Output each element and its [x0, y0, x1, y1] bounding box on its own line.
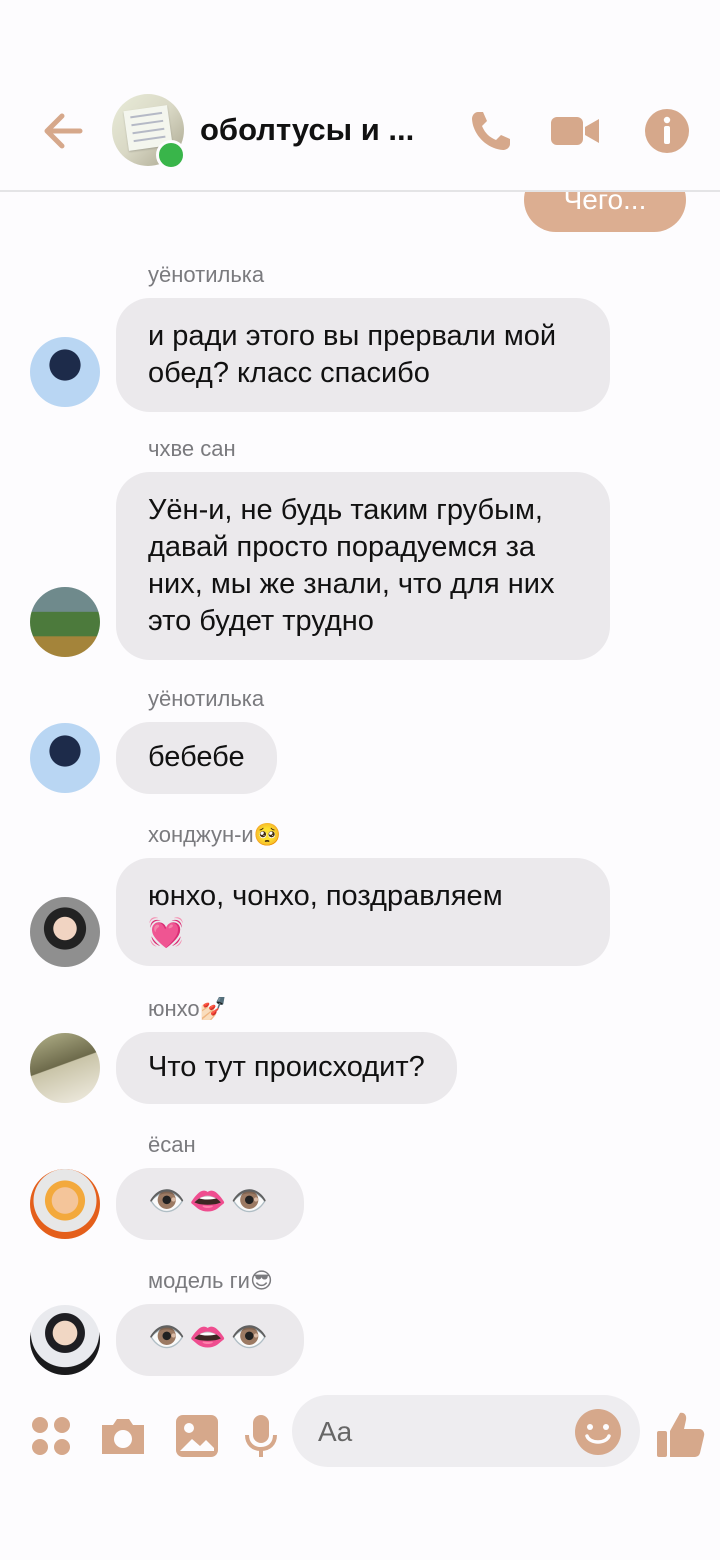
avatar[interactable]: [30, 1305, 100, 1375]
back-arrow-icon[interactable]: [38, 106, 88, 156]
sender-name: хонджун-и🥺: [148, 822, 281, 848]
video-camera-icon[interactable]: [550, 106, 600, 156]
sender-name-text: ёсан: [148, 1132, 196, 1157]
message-bubble[interactable]: и ради этого вы прервали мой обед? класс…: [116, 298, 610, 412]
message-text: бебебе: [148, 741, 245, 773]
sender-emoji: 😎: [249, 1268, 273, 1293]
message-input[interactable]: [316, 1395, 570, 1469]
avatar[interactable]: [30, 1033, 100, 1103]
message-bubble[interactable]: юнхо, чонхо, поздравляем 💓: [116, 858, 610, 966]
message-bubble[interactable]: 👁️👄👁️: [116, 1304, 305, 1376]
sender-emoji: 🥺: [253, 822, 282, 847]
avatar[interactable]: [30, 587, 100, 657]
chat-header: оболтусы и ...: [0, 0, 720, 192]
message-bubble[interactable]: Что тут происходит?: [116, 1032, 457, 1104]
message-text: 👁️👄👁️: [148, 1185, 273, 1218]
microphone-icon[interactable]: [236, 1411, 286, 1461]
avatar[interactable]: [30, 897, 100, 967]
apps-icon[interactable]: [26, 1411, 76, 1461]
sender-name: ёсан: [148, 1132, 196, 1158]
sender-name: уёнотилька: [148, 686, 264, 712]
message-text: 👁️👄👁️: [148, 1321, 273, 1354]
chat-title[interactable]: оболтусы и ...: [200, 112, 440, 148]
message-bubble[interactable]: бебебе: [116, 722, 277, 794]
sender-name-text: чхве сан: [148, 436, 236, 461]
message-text: Уён-и, не будь таким грубым, давай прост…: [148, 494, 555, 637]
message-text: Что тут происходит?: [148, 1051, 425, 1083]
heart-emoji: 💓: [148, 917, 185, 949]
sender-name: модель ги😎: [148, 1268, 273, 1294]
message-composer: [0, 1395, 720, 1560]
phone-icon[interactable]: [466, 106, 516, 156]
message-list[interactable]: Чего... уёнотилька и ради этого вы прерв…: [0, 0, 720, 1395]
sender-name-text: модель ги: [148, 1268, 250, 1293]
message-input-field[interactable]: [292, 1395, 640, 1469]
avatar[interactable]: [30, 337, 100, 407]
message-bubble[interactable]: Уён-и, не будь таким грубым, давай прост…: [116, 472, 610, 660]
sender-name: чхве сан: [148, 436, 236, 462]
message-text: и ради этого вы прервали мой обед? класс…: [148, 320, 557, 389]
sender-name-text: уёнотилька: [148, 686, 265, 711]
online-status-indicator: [156, 140, 186, 170]
avatar[interactable]: [30, 1169, 100, 1239]
thumbs-up-icon[interactable]: [654, 1409, 706, 1461]
sender-emoji: 💅🏻: [199, 996, 228, 1021]
avatar[interactable]: [30, 723, 100, 793]
camera-icon[interactable]: [98, 1411, 148, 1461]
emoji-icon[interactable]: [574, 1408, 622, 1456]
sender-name-text: хонджун-и: [148, 822, 254, 847]
message-text: юнхо, чонхо, поздравляем: [148, 880, 503, 912]
sender-name: уёнотилька: [148, 262, 264, 288]
sender-name: юнхо💅🏻: [148, 996, 227, 1022]
gallery-icon[interactable]: [172, 1411, 222, 1461]
message-bubble[interactable]: 👁️👄👁️: [116, 1168, 305, 1240]
info-icon[interactable]: [642, 106, 692, 156]
sender-name-text: юнхо: [148, 996, 200, 1021]
sender-name-text: уёнотилька: [148, 262, 265, 287]
